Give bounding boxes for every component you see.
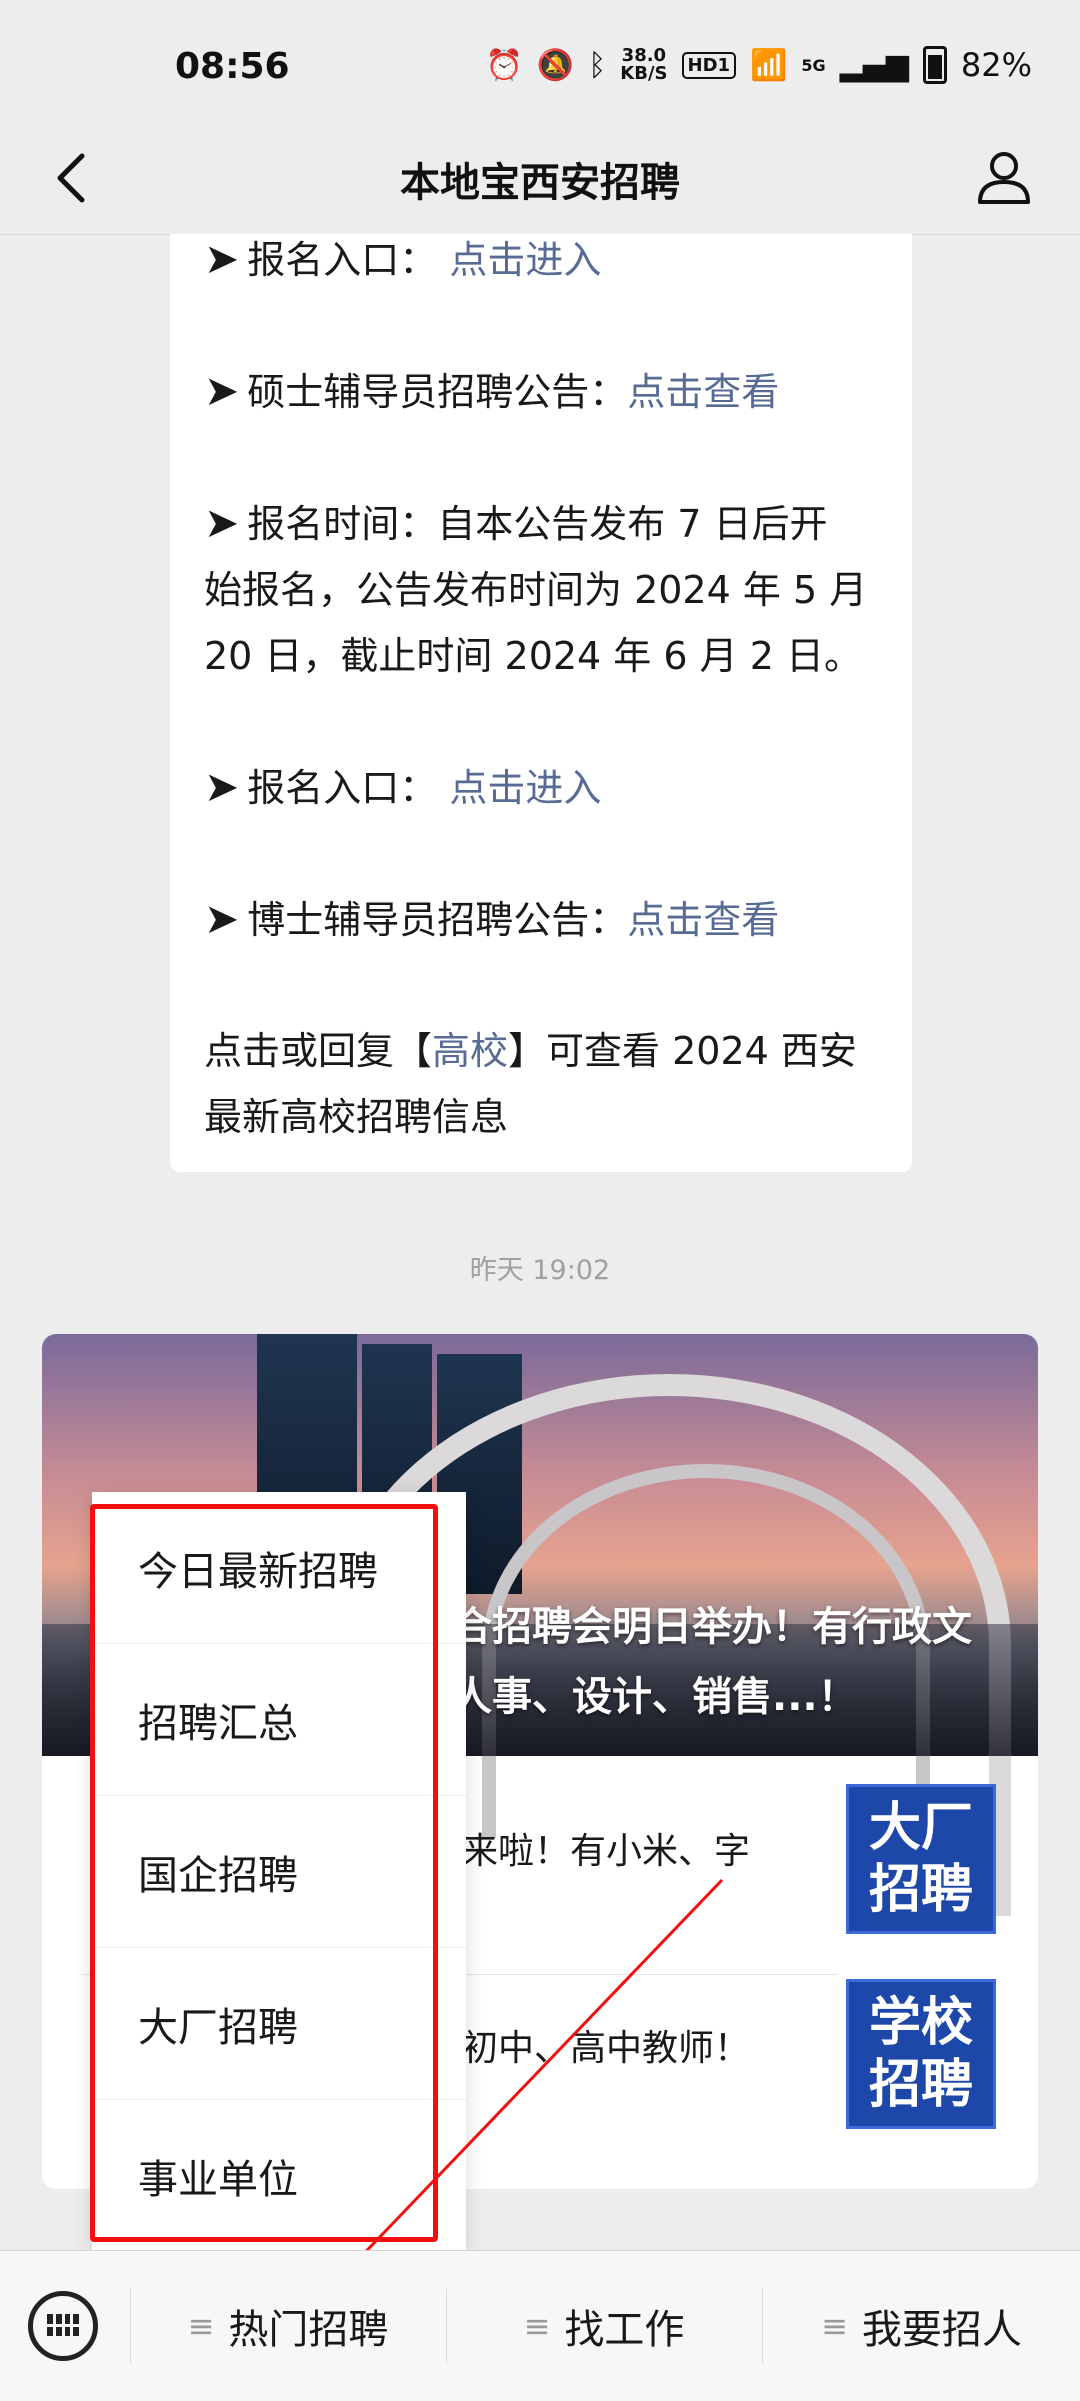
signup-link[interactable]: 点击进入 — [449, 766, 601, 810]
highlight-box — [90, 1504, 438, 2242]
battery-percent: 82% — [960, 46, 1032, 84]
network-speed: 38.0 KB/S — [620, 45, 668, 84]
arrow-bullet-icon: ➤ — [204, 894, 240, 943]
sub-item-thumbnail: 学校 招聘 — [846, 1979, 996, 2129]
menu-lines-icon: ≡ — [821, 2307, 848, 2345]
message-card: ➤ 报名入口： 点击进入 ➤ 硕士辅导员招聘公告：点击查看 ➤ 报名时间：自本公告发布… — [170, 234, 912, 1172]
alarm-icon: ⏰ — [485, 47, 523, 83]
mute-icon: 🔕 — [536, 47, 575, 83]
menu-lines-icon: ≡ — [523, 2307, 551, 2345]
hd-icon: HD1 — [681, 51, 737, 79]
nav-bar: 本地宝西安招聘 — [0, 120, 1080, 235]
5g-icon: 5G — [801, 55, 826, 75]
sub-item-thumbnail: 大厂 招聘 — [846, 1784, 996, 1934]
keyboard-toggle-icon[interactable] — [28, 2291, 98, 2361]
footer-paragraph: 点击或回复【高校】可查看 2024 西安 最新高校招聘信息 — [204, 1029, 857, 1139]
menu-lines-icon: ≡ — [187, 2307, 215, 2345]
bottom-menu-bar: ≡ 热门招聘 ≡ 找工作 ≡ 我要招人 — [0, 2250, 1080, 2401]
message-line: ➤ 报名入口： 点击进入 — [204, 234, 602, 283]
arrow-bullet-icon: ➤ — [204, 366, 240, 415]
message-line: ➤ 博士辅导员招聘公告：点击查看 — [204, 894, 780, 943]
arrow-bullet-icon: ➤ — [204, 498, 240, 547]
message-line: ➤ 硕士辅导员招聘公告：点击查看 — [204, 366, 780, 415]
signup-link[interactable]: 点击进入 — [449, 238, 601, 282]
message-timestamp: 昨天 19:02 — [469, 1255, 611, 1286]
profile-icon[interactable] — [974, 146, 1034, 206]
wifi-icon: 📶 — [750, 47, 788, 83]
arrow-bullet-icon: ➤ — [204, 762, 240, 811]
tab-hire[interactable]: ≡ 我要招人 — [763, 2251, 1080, 2401]
tab-hot-jobs[interactable]: ≡ 热门招聘 — [131, 2251, 445, 2401]
status-time: 08:56 — [175, 46, 290, 87]
masters-notice-link[interactable]: 点击查看 — [627, 370, 779, 414]
battery-icon — [922, 46, 947, 84]
tab-find-job[interactable]: ≡ 找工作 — [447, 2251, 761, 2401]
status-icons: ⏰ 🔕 ᛒ 38.0 KB/S HD1 📶 5G ▂▄▆ 82% — [486, 46, 1032, 84]
signal-icon: ▂▄▆ — [839, 47, 909, 83]
phd-notice-link[interactable]: 点击查看 — [627, 898, 779, 942]
status-bar: 08:56 ⏰ 🔕 ᛒ 38.0 KB/S HD1 📶 5G ▂▄▆ 82% — [0, 0, 1080, 140]
university-keyword-link[interactable]: 高校 — [432, 1029, 508, 1073]
arrow-bullet-icon: ➤ — [204, 234, 240, 283]
signup-time-paragraph: ➤ 报名时间：自本公告发布 7 日后开 始报名，公告发布时间为 2024 年 5 … — [204, 498, 868, 678]
bluetooth-icon: ᛒ — [588, 47, 607, 83]
page-title: 本地宝西安招聘 — [400, 160, 680, 206]
message-line: ➤ 报名入口： 点击进入 — [204, 762, 602, 811]
